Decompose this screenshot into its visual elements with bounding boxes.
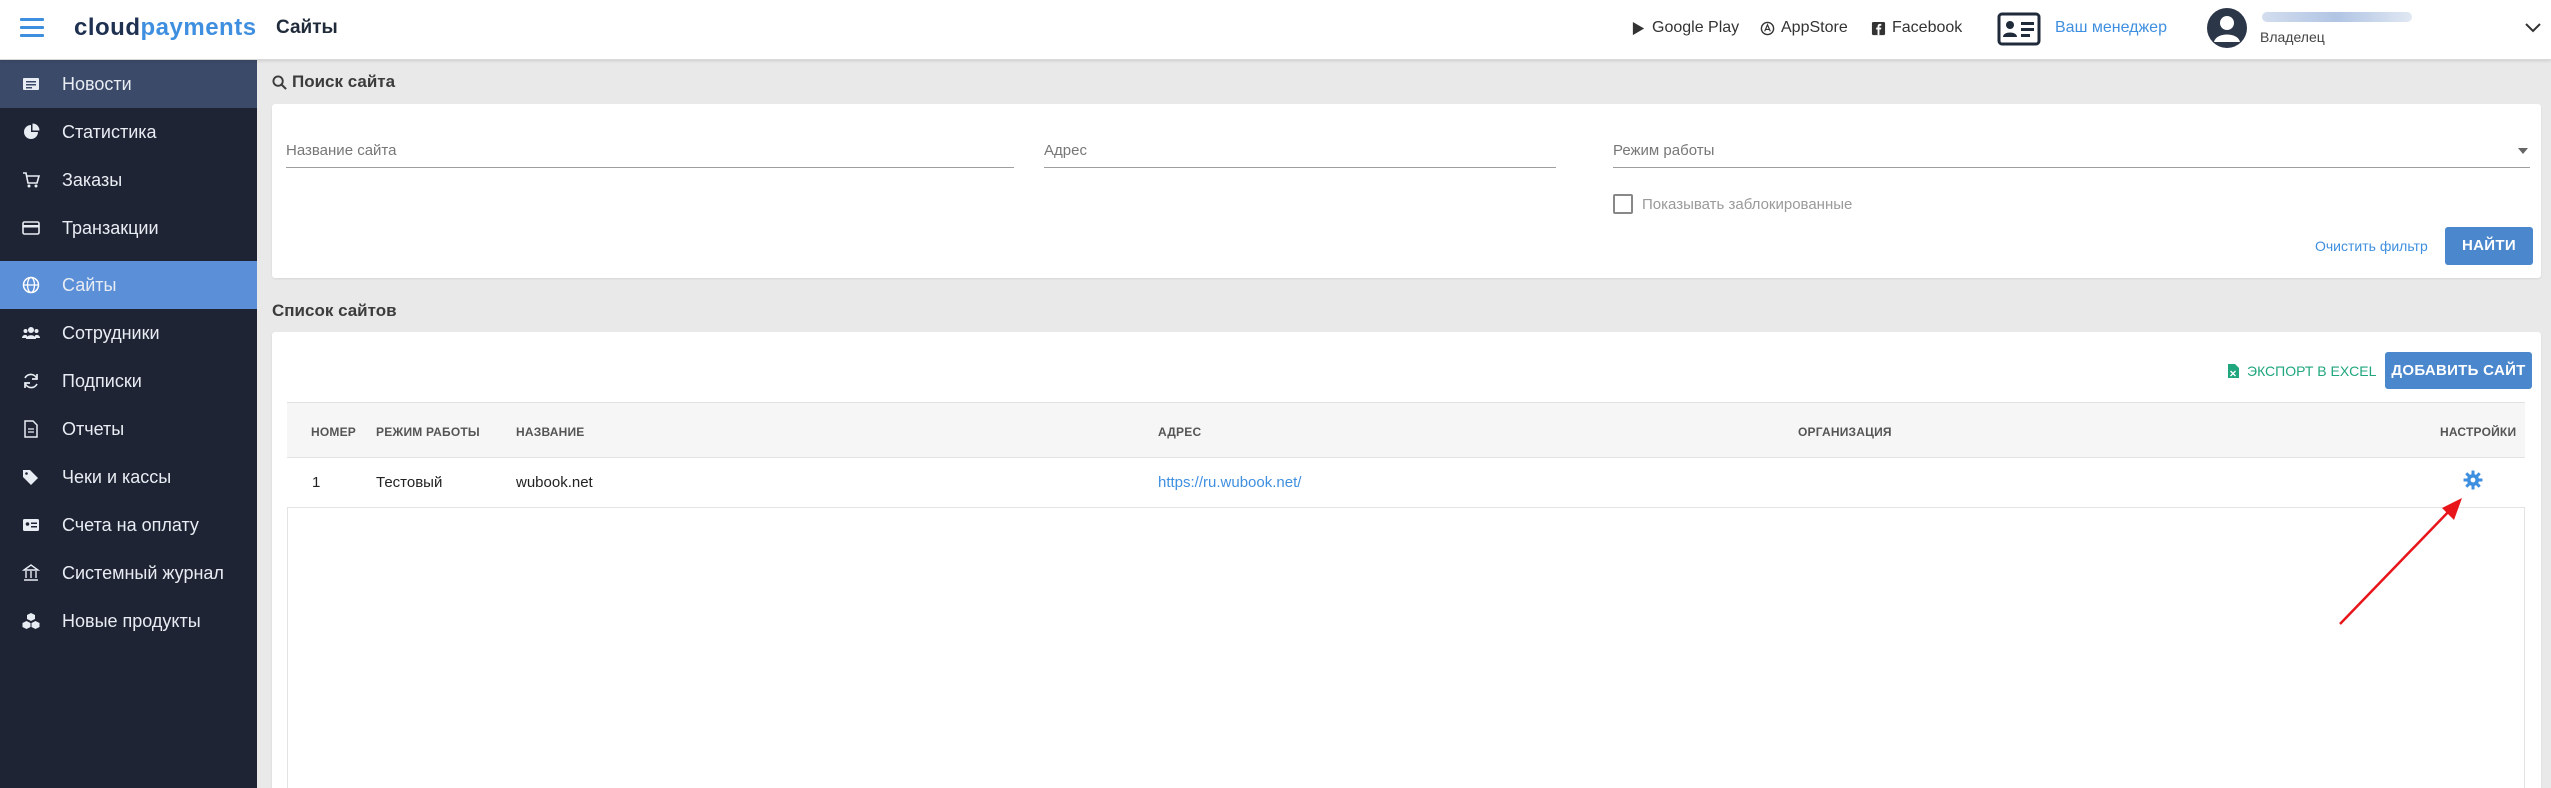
column-header-settings: НАСТРОЙКИ bbox=[2440, 425, 2517, 439]
manager-card-icon[interactable] bbox=[1997, 12, 2041, 46]
site-name-placeholder: Название сайта bbox=[286, 142, 397, 159]
sidebar-item-label: Сотрудники bbox=[62, 322, 160, 343]
column-header-address[interactable]: АДРЕС bbox=[1158, 425, 1201, 439]
logo-part-cloud: cloud bbox=[74, 14, 141, 41]
google-play-link[interactable]: Google Play bbox=[1631, 19, 1739, 37]
app-store-icon bbox=[1760, 21, 1775, 35]
sidebar-item-reports[interactable]: Отчеты bbox=[0, 405, 257, 453]
sidebar-item-label: Системный журнал bbox=[62, 562, 224, 583]
id-card-icon bbox=[22, 516, 40, 534]
settings-gear-icon[interactable] bbox=[2463, 470, 2483, 490]
cubes-icon bbox=[22, 612, 40, 630]
cart-icon bbox=[22, 171, 40, 189]
sidebar-item-label: Чеки и кассы bbox=[62, 466, 172, 487]
sidebar-item-label: Отчеты bbox=[62, 418, 125, 439]
sidebar-item-employees[interactable]: Сотрудники bbox=[0, 309, 257, 357]
column-header-mode[interactable]: РЕЖИМ РАБОТЫ bbox=[376, 425, 480, 439]
logo-part-payments: payments bbox=[140, 14, 257, 41]
cell-number: 1 bbox=[312, 474, 321, 491]
mode-select[interactable]: Режим работы bbox=[1613, 136, 2530, 168]
users-icon bbox=[22, 324, 40, 342]
page-title: Сайты bbox=[276, 17, 338, 38]
user-avatar-icon[interactable] bbox=[2207, 8, 2247, 48]
sidebar-item-subscriptions[interactable]: Подписки bbox=[0, 357, 257, 405]
sidebar-item-orders[interactable]: Заказы bbox=[0, 156, 257, 204]
column-header-number[interactable]: НОМЕР bbox=[311, 425, 356, 439]
sidebar-item-invoices[interactable]: Счета на оплату bbox=[0, 501, 257, 549]
globe-icon bbox=[22, 276, 40, 294]
search-section-title: Поиск сайта bbox=[272, 72, 395, 92]
pie-chart-icon bbox=[22, 123, 40, 141]
google-play-label: Google Play bbox=[1652, 19, 1740, 36]
sidebar-item-transactions[interactable]: Транзакции bbox=[0, 204, 257, 252]
facebook-icon bbox=[1871, 21, 1886, 35]
user-role: Владелец bbox=[2260, 29, 2325, 45]
list-section-title: Список сайтов bbox=[272, 301, 397, 320]
sidebar-item-label: Транзакции bbox=[62, 217, 159, 238]
add-site-button[interactable]: ДОБАВИТЬ САЙТ bbox=[2385, 352, 2532, 389]
bank-icon bbox=[22, 564, 40, 582]
search-icon bbox=[272, 74, 287, 90]
address-field[interactable]: Адрес bbox=[1044, 136, 1556, 168]
logo[interactable]: cloudpayments bbox=[74, 14, 257, 42]
sidebar-item-receipts[interactable]: Чеки и кассы bbox=[0, 453, 257, 501]
sidebar-item-label: Сайты bbox=[62, 274, 117, 295]
sidebar-item-label: Новости bbox=[62, 73, 132, 94]
sidebar-item-news[interactable]: Новости bbox=[0, 60, 257, 108]
tags-icon bbox=[22, 468, 40, 486]
card-icon bbox=[22, 219, 40, 237]
hamburger-menu-icon[interactable] bbox=[20, 18, 44, 38]
google-play-icon bbox=[1632, 21, 1645, 35]
user-name-redacted bbox=[2262, 12, 2412, 22]
cell-mode: Тестовый bbox=[376, 474, 443, 491]
site-name-field[interactable]: Название сайта bbox=[286, 136, 1014, 168]
facebook-link[interactable]: Facebook bbox=[1871, 19, 1962, 37]
search-section-label: Поиск сайта bbox=[292, 72, 396, 91]
cell-address-link[interactable]: https://ru.wubook.net/ bbox=[1158, 474, 1301, 491]
table-row[interactable]: 1 Тестовый wubook.net https://ru.wubook.… bbox=[287, 458, 2525, 508]
clear-filter-button[interactable]: Очистить фильтр bbox=[2315, 238, 2428, 254]
sidebar-item-system-log[interactable]: Системный журнал bbox=[0, 549, 257, 597]
show-blocked-checkbox[interactable] bbox=[1613, 194, 1633, 214]
sidebar-item-label: Счета на оплату bbox=[62, 514, 199, 535]
export-excel-label: ЭКСПОРТ В EXCEL bbox=[2247, 363, 2377, 379]
column-header-name[interactable]: НАЗВАНИЕ bbox=[516, 425, 584, 439]
table-header: НОМЕР РЕЖИМ РАБОТЫ НАЗВАНИЕ АДРЕС ОРГАНИ… bbox=[287, 402, 2525, 458]
sidebar: Новости Статистика Заказы Транзакции Сай… bbox=[0, 60, 257, 788]
search-panel: Название сайта Адрес Режим работы Показы… bbox=[272, 104, 2541, 278]
export-excel-button[interactable]: ЭКСПОРТ В EXCEL bbox=[2227, 363, 2376, 379]
excel-file-icon bbox=[2228, 364, 2239, 378]
manager-link[interactable]: Ваш менеджер bbox=[2055, 19, 2167, 37]
cell-name: wubook.net bbox=[516, 474, 593, 491]
table-body-empty-area bbox=[287, 508, 2525, 788]
app-store-label: AppStore bbox=[1781, 19, 1848, 36]
sidebar-item-label: Статистика bbox=[62, 121, 157, 142]
sidebar-item-label: Заказы bbox=[62, 169, 123, 190]
sidebar-item-new-products[interactable]: Новые продукты bbox=[0, 597, 257, 645]
column-header-organization[interactable]: ОРГАНИЗАЦИЯ bbox=[1798, 425, 1892, 439]
caret-down-icon bbox=[2518, 148, 2528, 154]
address-placeholder: Адрес bbox=[1044, 142, 1087, 159]
sidebar-item-label: Новые продукты bbox=[62, 610, 201, 631]
mode-placeholder: Режим работы bbox=[1613, 142, 1715, 159]
sidebar-item-sites[interactable]: Сайты bbox=[0, 261, 257, 309]
chevron-down-icon[interactable] bbox=[2524, 22, 2542, 34]
show-blocked-label: Показывать заблокированные bbox=[1642, 196, 1853, 213]
red-annotation-arrow bbox=[2339, 498, 2462, 625]
document-icon bbox=[22, 420, 40, 438]
find-button[interactable]: НАЙТИ bbox=[2445, 227, 2533, 265]
sidebar-item-label: Подписки bbox=[62, 370, 142, 391]
app-store-link[interactable]: AppStore bbox=[1760, 19, 1848, 37]
news-icon bbox=[22, 75, 40, 93]
sidebar-item-statistics[interactable]: Статистика bbox=[0, 108, 257, 156]
facebook-label: Facebook bbox=[1892, 19, 1963, 36]
top-header: cloudpayments Сайты Google Play AppStore… bbox=[0, 0, 2551, 60]
refresh-icon bbox=[22, 372, 40, 390]
